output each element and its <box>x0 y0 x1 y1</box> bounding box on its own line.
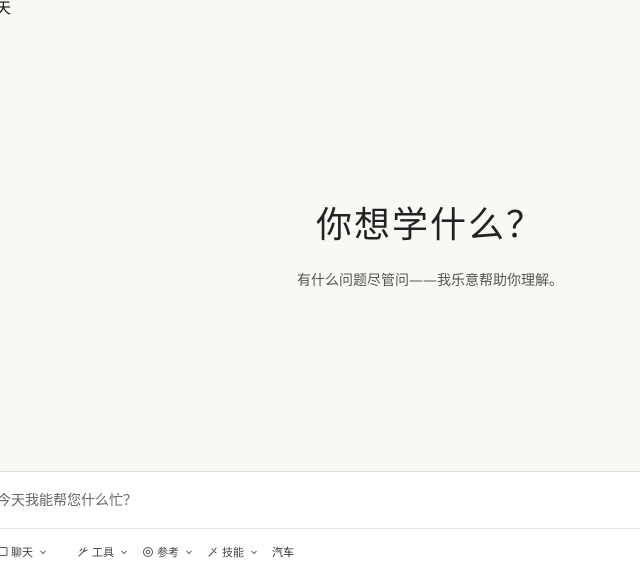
composer-divider <box>0 528 640 529</box>
chevron-down-icon <box>185 548 193 556</box>
tools-icon <box>77 546 89 558</box>
tools-button[interactable]: 工具 <box>77 544 128 560</box>
welcome-hero: 你想学什么？ 有什么问题尽管问——我乐意帮助你理解。 <box>250 200 610 290</box>
skills-label: 技能 <box>222 546 244 559</box>
chat-composer: 聊天 工具 参考 <box>0 471 640 565</box>
reference-button[interactable]: 参考 <box>142 544 193 560</box>
message-input[interactable] <box>0 488 637 514</box>
at-sign-icon <box>142 546 154 558</box>
skills-button[interactable]: 技能 <box>207 544 258 560</box>
model-selector-button[interactable]: 汽车 <box>272 544 294 560</box>
app-window: 天 你想学什么？ 有什么问题尽管问——我乐意帮助你理解。 聊天 <box>0 0 640 565</box>
window-title-fragment: 天 <box>0 0 12 17</box>
composer-toolbar: 聊天 工具 参考 技能 汽车 <box>0 542 308 562</box>
model-label: 汽车 <box>272 546 294 559</box>
reference-label: 参考 <box>157 546 179 559</box>
welcome-subheading: 有什么问题尽管问——我乐意帮助你理解。 <box>297 273 563 289</box>
welcome-heading: 你想学什么？ <box>315 205 544 246</box>
skills-icon <box>207 546 219 558</box>
chevron-down-icon <box>39 548 47 556</box>
chevron-down-icon <box>250 548 258 556</box>
mode-label: 聊天 <box>11 546 33 559</box>
tools-label: 工具 <box>92 546 114 559</box>
chat-bubble-icon <box>0 546 8 558</box>
mode-selector-button[interactable]: 聊天 <box>0 544 47 560</box>
chevron-down-icon <box>120 548 128 556</box>
